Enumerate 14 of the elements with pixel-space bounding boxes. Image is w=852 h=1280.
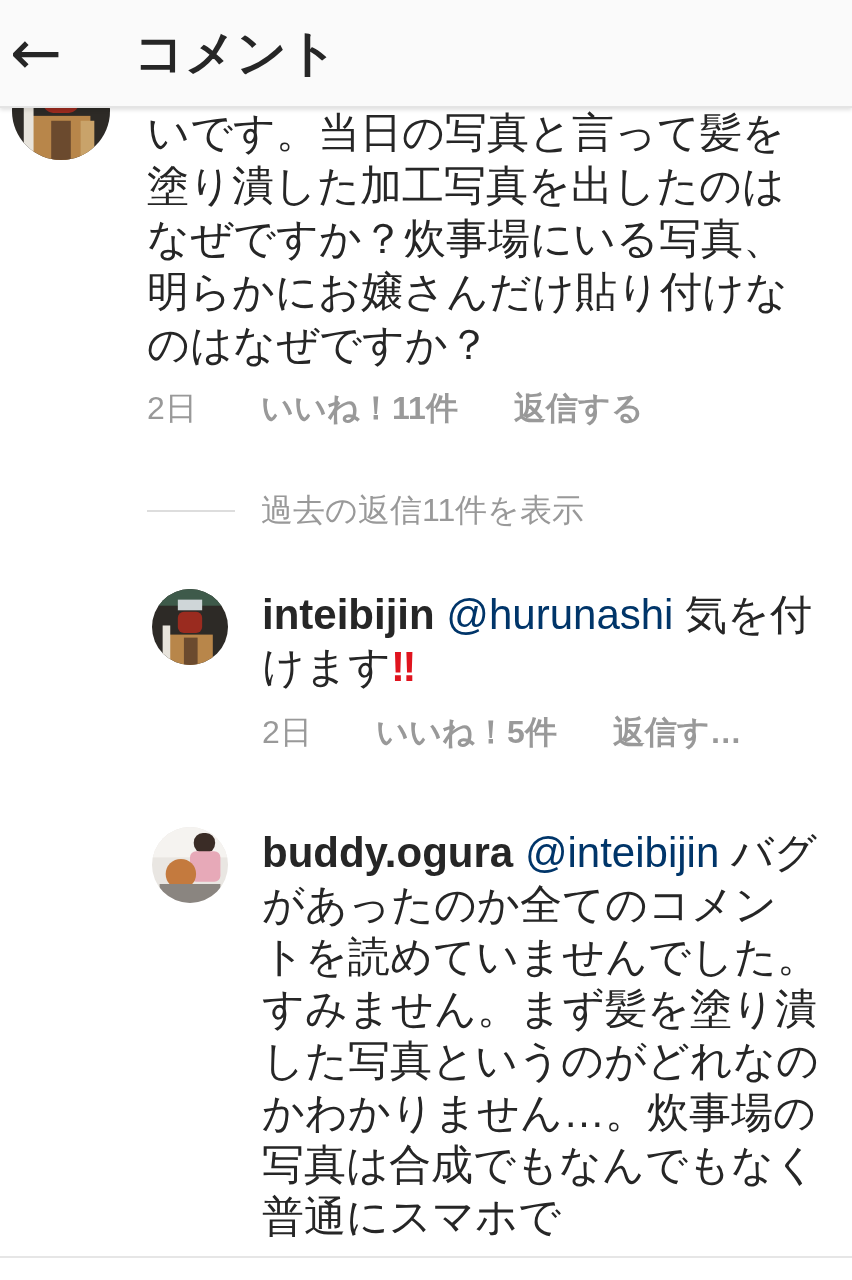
reply-text: inteibijin @hurunashi 気を付けます‼ [262,590,814,692]
reply-button[interactable]: 返信する [513,387,644,431]
likes-button[interactable]: いいね！5件 [376,711,557,755]
reply-text: buddy.ogura @inteibijin バグがあったのか全てのコメントを読めていませんでした。すみません。まず髪を塗り潰した写真というのがどれなのかわかりません…。炊事場の写真は合成でもなんでもなく普通にスマホで [262,828,819,1242]
page-title: コメント [134,23,338,83]
comment-text: いです。当日の写真と言って髪を塗り潰した加工写真を出したのはなぜですか？炊事場にいる写真、明らかにお嬢さんだけ貼り付けなのはなぜですか？ [147,108,789,370]
mention-link[interactable]: @inteibijin [524,829,720,876]
comment-time: 2日 [147,389,198,428]
reply-button[interactable]: 返信す… [612,711,742,755]
comment-time: 2日 [262,713,313,752]
mention-link[interactable]: @hurunashi [446,591,674,638]
back-button[interactable]: ← [0,22,72,84]
likes-button[interactable]: いいね！11件 [261,387,458,431]
view-replies-button[interactable]: 過去の返信11件を表示 [261,489,585,533]
